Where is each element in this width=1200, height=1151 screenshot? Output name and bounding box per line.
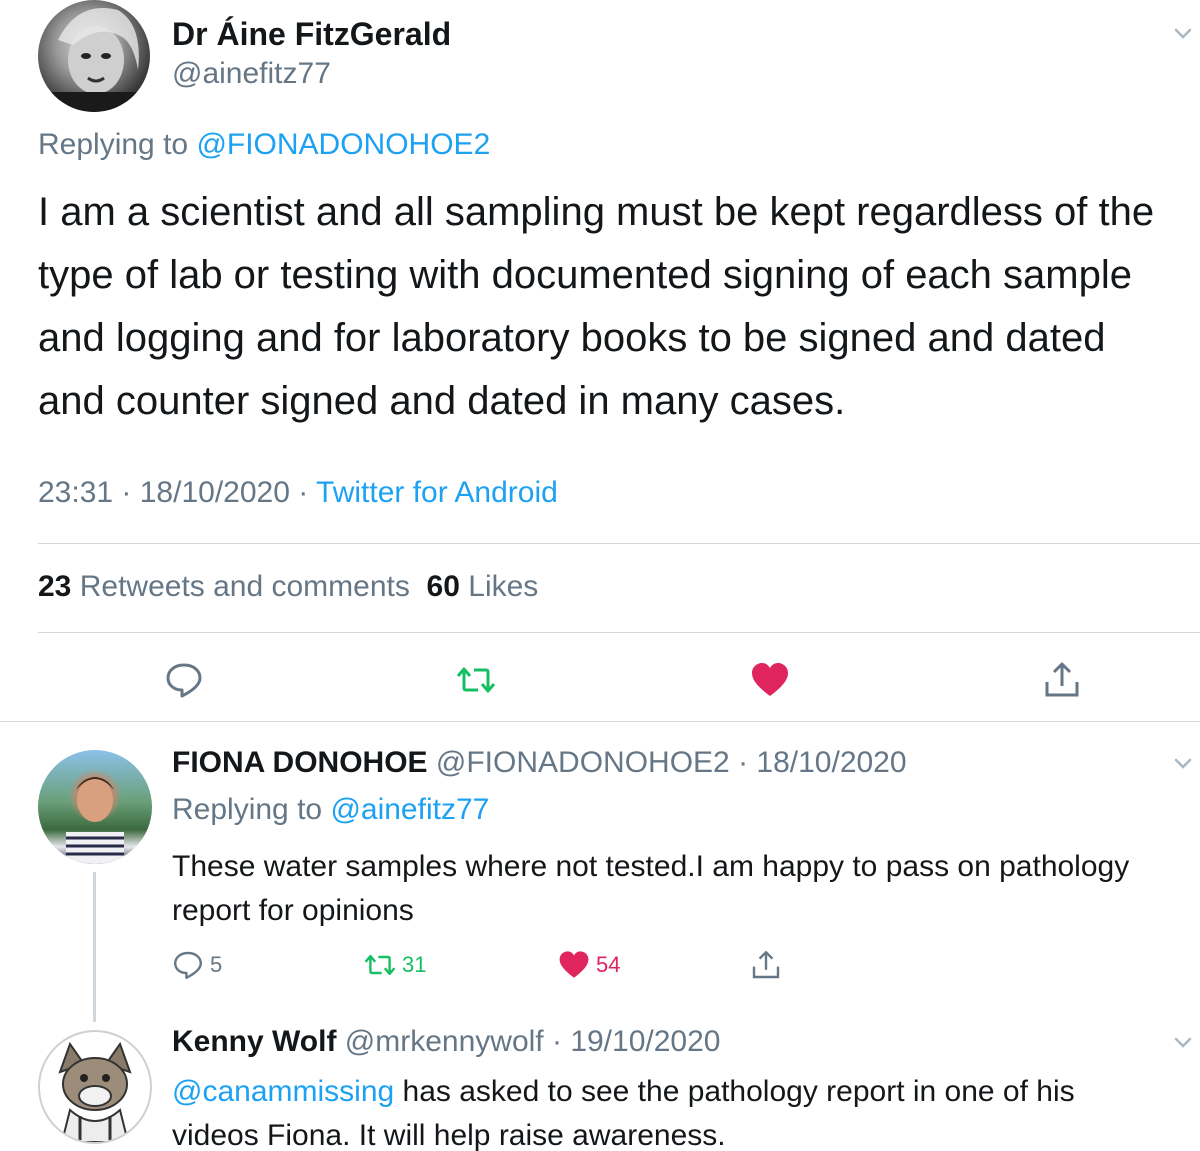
meta-separator: ·	[729, 746, 757, 779]
likes-count[interactable]: 60	[427, 570, 460, 603]
reply-comment-button[interactable]: 5	[172, 948, 222, 982]
divider	[38, 543, 1200, 544]
reply-text-line: These water samples where not tested.I a…	[172, 850, 1130, 883]
meta-separator: ·	[543, 1025, 571, 1058]
meta-separator: ·	[113, 476, 140, 509]
reply-text: @canammissing has asked to see the patho…	[172, 1070, 1200, 1151]
replying-to-line: Replying to @ainefitz77	[172, 793, 489, 827]
retweet-count: 31	[402, 952, 427, 977]
likes-label[interactable]: Likes	[468, 570, 538, 603]
like-count: 54	[596, 952, 621, 977]
thread-connector	[93, 872, 96, 1022]
mention-link[interactable]: @canammissing	[172, 1075, 394, 1108]
reply-retweet-button[interactable]: 31	[364, 948, 426, 982]
avatar-image	[66, 777, 124, 864]
author-handle[interactable]: @ainefitz77	[172, 57, 331, 91]
tweet-text-line: and logging and for laboratory books to …	[38, 316, 1106, 360]
reply-display-name[interactable]: FIONA DONOHOE	[172, 746, 428, 779]
reply-handle[interactable]: @FIONADONOHOE2	[436, 746, 730, 779]
avatar-image	[38, 8, 150, 112]
reply-handle[interactable]: @mrkennywolf	[345, 1025, 544, 1058]
avatar-fiona[interactable]	[38, 750, 152, 864]
reply-text-fragment: has asked to see the pathology report in…	[394, 1075, 1075, 1108]
reply-header: Kenny Wolf @mrkennywolf · 19/10/2020	[172, 1025, 720, 1059]
chevron-down-icon[interactable]	[1172, 752, 1194, 774]
tweet-source-link[interactable]: Twitter for Android	[316, 476, 558, 509]
retweets-count[interactable]: 23	[38, 570, 71, 603]
reply-text: These water samples where not tested.I a…	[172, 845, 1200, 933]
reply-like-button[interactable]: 54	[558, 948, 620, 982]
comment-icon[interactable]	[164, 660, 204, 700]
retweet-icon	[364, 955, 396, 975]
reply-date[interactable]: 18/10/2020	[756, 746, 906, 779]
share-icon[interactable]	[1042, 660, 1082, 700]
author-display-name[interactable]: Dr Áine FitzGerald	[172, 16, 451, 53]
tweet-text-line: I am a scientist and all sampling must b…	[38, 190, 1155, 234]
heart-icon	[559, 951, 589, 978]
replying-to-line: Replying to @FIONADONOHOE2	[38, 128, 490, 162]
tweet-meta: 23:31 · 18/10/2020 · Twitter for Android	[38, 476, 558, 510]
tweet-date[interactable]: 18/10/2020	[140, 476, 290, 509]
reply-text-line: @canammissing has asked to see the patho…	[172, 1070, 1200, 1114]
replying-to-link[interactable]: @ainefitz77	[330, 793, 489, 826]
tweet-text-line: type of lab or testing with documented s…	[38, 253, 1132, 297]
replying-to-prefix: Replying to	[172, 793, 331, 826]
reply-header: FIONA DONOHOE @FIONADONOHOE2 · 18/10/202…	[172, 746, 907, 780]
meta-separator: ·	[289, 476, 317, 509]
tweet-text-line: and counter signed and dated in many cas…	[38, 379, 846, 423]
chevron-down-icon[interactable]	[1172, 22, 1194, 44]
reply-display-name[interactable]: Kenny Wolf	[172, 1025, 336, 1058]
tweet-text: I am a scientist and all sampling must b…	[38, 181, 1200, 433]
chevron-down-icon[interactable]	[1172, 1031, 1194, 1053]
comment-count: 5	[210, 952, 223, 977]
reply-share-button[interactable]	[750, 948, 782, 982]
reply-text-line: report for opinions	[172, 894, 414, 927]
reply-text-line: videos Fiona. It will help raise awarene…	[172, 1119, 726, 1151]
share-icon	[752, 951, 780, 979]
retweet-icon[interactable]	[456, 660, 496, 700]
reply-date[interactable]: 19/10/2020	[570, 1025, 720, 1058]
replying-to-prefix: Replying to	[38, 128, 197, 161]
divider	[0, 721, 1200, 722]
retweets-label[interactable]: Retweets and comments	[80, 570, 410, 603]
divider	[38, 632, 1200, 633]
avatar-image	[58, 1041, 132, 1142]
avatar-kenny[interactable]	[38, 1030, 152, 1144]
tweet-stats: 23 Retweets and comments 60 Likes	[38, 570, 538, 604]
replying-to-link[interactable]: @FIONADONOHOE2	[196, 128, 490, 161]
heart-icon[interactable]	[750, 660, 790, 700]
comment-icon	[174, 951, 202, 979]
tweet-time[interactable]: 23:31	[38, 476, 113, 509]
avatar-aine[interactable]	[38, 0, 150, 112]
